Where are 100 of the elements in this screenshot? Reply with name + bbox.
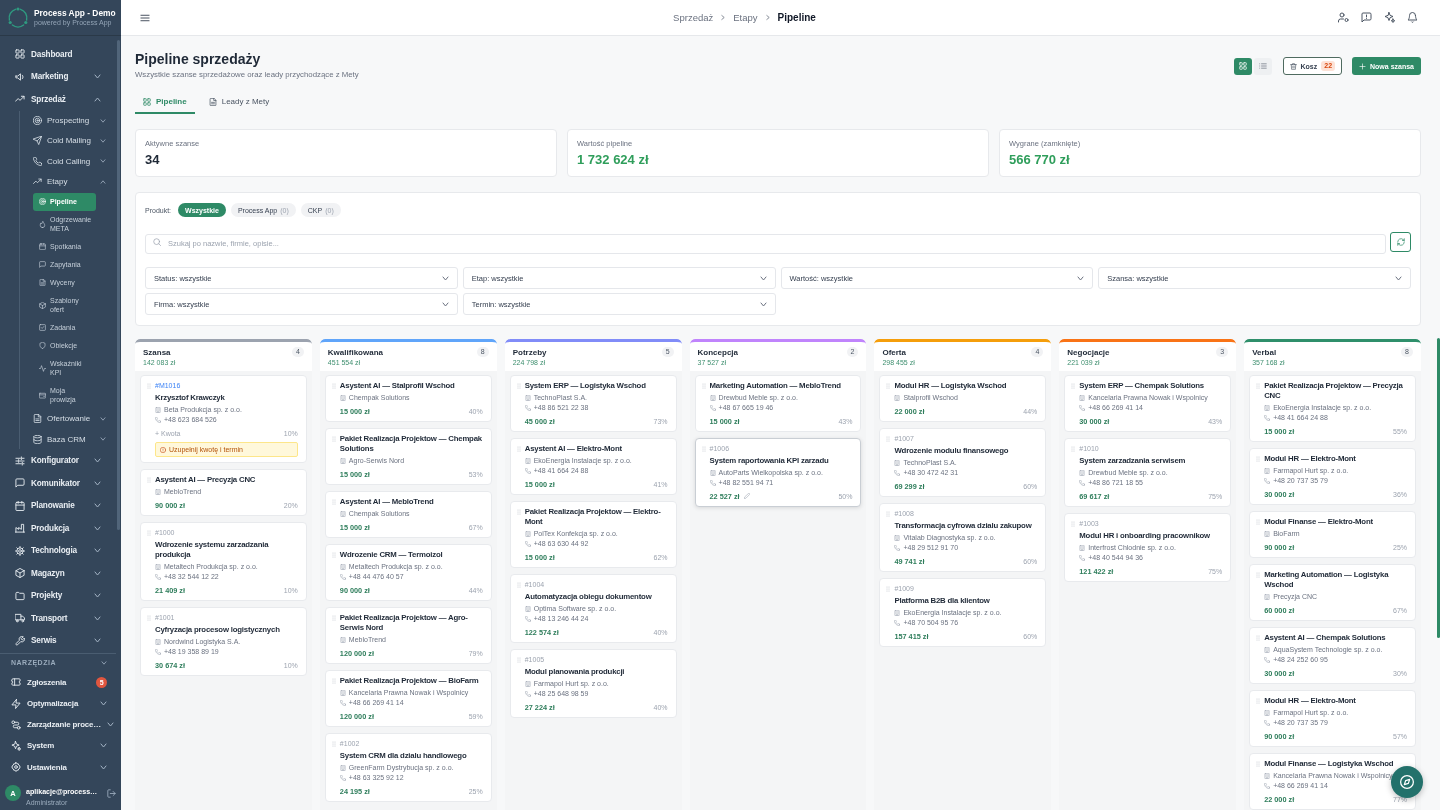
workflow-icon <box>11 719 21 730</box>
breadcrumb-link[interactable]: Sprzedaż <box>673 12 714 23</box>
tab[interactable]: Pipeline <box>135 93 195 114</box>
phone-icon <box>894 470 901 476</box>
phone-icon <box>33 156 42 166</box>
chevron-down-icon <box>101 660 107 665</box>
building-icon <box>339 511 346 517</box>
calendar-icon <box>15 500 25 511</box>
nav-item[interactable]: Dashboard <box>0 43 116 66</box>
building-icon <box>339 395 346 401</box>
nav-item[interactable]: Planowanie <box>0 494 116 517</box>
building-icon <box>1079 545 1086 551</box>
building-icon <box>524 395 531 401</box>
ring-logo-icon <box>7 6 29 29</box>
phone-icon <box>524 616 531 622</box>
sparkle-icon <box>1384 12 1395 23</box>
chevron-down-icon <box>1077 275 1085 281</box>
nav-item[interactable]: Technologia <box>0 539 116 562</box>
pulse-icon <box>39 364 46 372</box>
grid-icon <box>143 98 151 106</box>
phone-icon <box>524 541 531 547</box>
bell-icon <box>1407 12 1418 23</box>
nav-item[interactable]: Komunikator <box>0 471 116 495</box>
toolbar-button[interactable] <box>1384 12 1395 23</box>
building-icon <box>894 535 901 541</box>
building-icon <box>1264 594 1271 600</box>
checkbox-icon <box>39 324 46 332</box>
toolbar-button[interactable] <box>1361 12 1372 23</box>
building-icon <box>339 765 346 771</box>
sparkle-icon <box>11 740 21 751</box>
stat-value: 566 770 zł <box>1009 152 1071 168</box>
building-icon <box>155 639 161 645</box>
building-icon <box>524 681 531 687</box>
nav-item[interactable]: Marketing <box>0 65 116 88</box>
factory-icon <box>15 523 25 534</box>
chevron-down-icon <box>1395 275 1402 281</box>
phone-icon <box>709 480 716 486</box>
toolbar-button[interactable] <box>1407 12 1418 23</box>
scrollbar-thumb[interactable] <box>117 40 120 530</box>
building-icon <box>894 460 901 466</box>
column-title: Oferta <box>882 347 907 358</box>
phone-icon <box>155 649 161 655</box>
plus-icon <box>1359 62 1367 70</box>
building-icon <box>894 395 901 401</box>
refresh-button[interactable] <box>1390 232 1411 252</box>
chevron-right-icon <box>765 14 770 21</box>
building-icon <box>155 407 161 413</box>
chat-icon <box>15 478 25 489</box>
building-icon <box>709 395 716 401</box>
list-icon <box>1258 62 1267 70</box>
nav-item[interactable]: Konfigurator <box>0 449 116 472</box>
nav-item[interactable]: Baza CRM <box>33 429 106 450</box>
nav-item[interactable]: Ofertowanie <box>33 408 106 429</box>
view-toggle-button[interactable] <box>1233 57 1252 75</box>
building-icon <box>1264 710 1271 716</box>
nav-item[interactable]: Serwis <box>0 629 116 652</box>
tab[interactable]: Leady z Mety <box>200 93 278 114</box>
breadcrumb-link[interactable]: Etapy <box>733 12 758 23</box>
nav-item[interactable]: Cold Mailing <box>33 130 106 152</box>
phone-icon <box>1264 415 1271 421</box>
chevron-down-icon <box>441 301 449 307</box>
phone-icon <box>1264 657 1271 663</box>
chevron-down-icon <box>759 301 767 307</box>
building-icon <box>1264 647 1271 653</box>
building-icon <box>1264 468 1271 474</box>
building-icon <box>1264 531 1271 537</box>
phone-icon <box>524 405 531 411</box>
shield-icon <box>39 342 46 350</box>
search-icon <box>153 238 161 246</box>
cog-icon <box>15 545 25 556</box>
nav-item[interactable]: Etapy <box>33 171 106 192</box>
toolbar-button[interactable] <box>1338 12 1349 23</box>
grid-icon <box>15 49 25 60</box>
phone-icon <box>339 775 346 781</box>
building-icon <box>1264 405 1271 411</box>
scrollbar-thumb[interactable] <box>1437 338 1440 638</box>
nav-item[interactable]: Prospecting <box>33 110 106 131</box>
nav-item[interactable]: Magazyn <box>0 561 116 585</box>
folder-icon <box>15 590 25 601</box>
phone-icon <box>339 574 346 580</box>
nav-item[interactable]: Transport <box>0 606 116 630</box>
building-icon <box>339 690 346 696</box>
breadcrumb-link[interactable]: Pipeline <box>777 12 816 23</box>
box-icon <box>39 301 46 309</box>
document-icon <box>208 98 217 106</box>
building-icon <box>894 610 901 616</box>
nav-item[interactable]: Produkcja <box>0 516 116 540</box>
nav-item[interactable]: Sprzedaż <box>0 88 116 111</box>
page-title: Pipeline sprzedaży <box>135 50 262 68</box>
lightning-icon <box>11 698 21 709</box>
building-icon <box>339 637 346 643</box>
phone-icon <box>339 700 346 706</box>
refresh-icon <box>1396 238 1405 246</box>
chevron-right-icon <box>721 14 726 21</box>
nav-item[interactable]: Cold Calling <box>33 151 106 172</box>
sliders-icon <box>15 455 25 466</box>
view-toggle-button[interactable] <box>1253 57 1272 75</box>
nav-item[interactable]: Projekty <box>0 584 116 607</box>
building-icon <box>1079 470 1086 476</box>
phone-icon <box>524 691 531 697</box>
